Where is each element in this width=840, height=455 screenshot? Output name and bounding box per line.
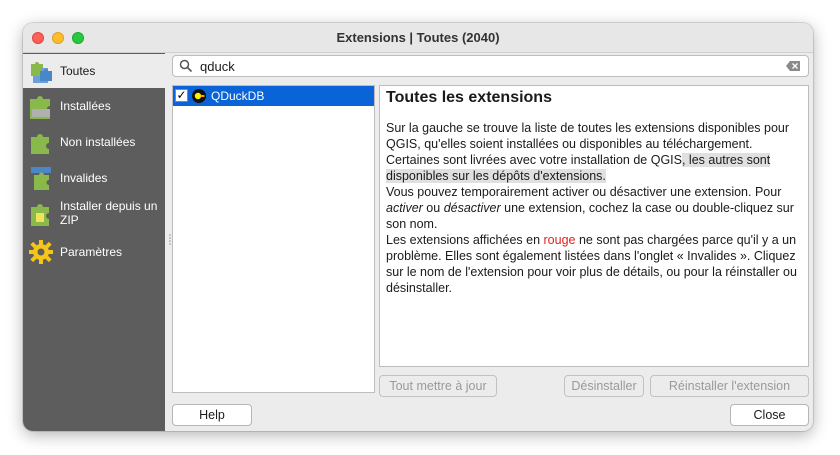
qduckdb-logo-icon [192,89,206,103]
help-button[interactable]: Help [172,404,252,426]
sidebar-item-installees[interactable]: Installées [23,89,165,123]
sidebar-item-label: Paramètres [60,245,123,259]
sidebar-item-label: Invalides [60,171,108,185]
close-button[interactable]: Close [730,404,809,426]
sidebar-item-invalides[interactable]: Invalides [23,161,165,195]
sidebar-item-label: Toutes [60,64,96,78]
details-paragraph-1: Sur la gauche se trouve la liste de tout… [386,121,790,183]
sidebar-item-non-installees[interactable]: Non installées [23,125,165,159]
clear-search-icon[interactable] [786,61,800,71]
extensions-dialog: Extensions | Toutes (2040) Toutes Instal… [23,23,813,431]
zip-install-icon [31,204,49,226]
sidebar-item-label: Installer depuis un ZIP [60,199,158,227]
puzzle-invalid-icon [31,167,51,190]
sidebar-item-parametres[interactable]: Paramètres [23,235,165,269]
plugin-enable-checkbox[interactable]: ✓ [175,89,188,102]
sidebar: Toutes Installées Non installées Invalid… [23,53,165,431]
plugin-list: ✓ QDuckDB [172,85,375,393]
details-panel: Toutes les extensions Sur la gauche se t… [379,85,809,367]
settings-gear-icon [29,240,53,264]
sidebar-item-installer-zip[interactable]: Installer depuis un ZIP [23,197,165,233]
splitter-handle[interactable] [169,233,171,247]
details-paragraph-3: Les extensions affichées en rouge ne son… [386,233,797,295]
search-icon [179,59,193,73]
details-paragraph-2: Vous pouvez temporairement activer ou dé… [386,185,794,231]
puzzle-not-installed-icon [31,134,49,154]
puzzle-installed-icon [30,96,50,119]
reinstall-button[interactable]: Réinstaller l'extension [650,375,809,397]
list-item[interactable]: ✓ QDuckDB [173,86,374,106]
plugin-name: QDuckDB [211,89,265,103]
uninstall-button[interactable]: Désinstaller [564,375,644,397]
title-bar: Extensions | Toutes (2040) [23,23,813,53]
search-input[interactable]: qduck [200,59,235,74]
sidebar-item-label: Non installées [60,135,136,149]
search-field[interactable]: qduck [172,55,809,77]
upgrade-all-button[interactable]: Tout mettre à jour [379,375,497,397]
window-title: Extensions | Toutes (2040) [336,30,500,45]
sidebar-item-toutes[interactable]: Toutes [23,54,165,88]
details-heading: Toutes les extensions [386,89,552,106]
puzzle-all-icon [31,62,52,83]
sidebar-item-label: Installées [60,99,111,113]
